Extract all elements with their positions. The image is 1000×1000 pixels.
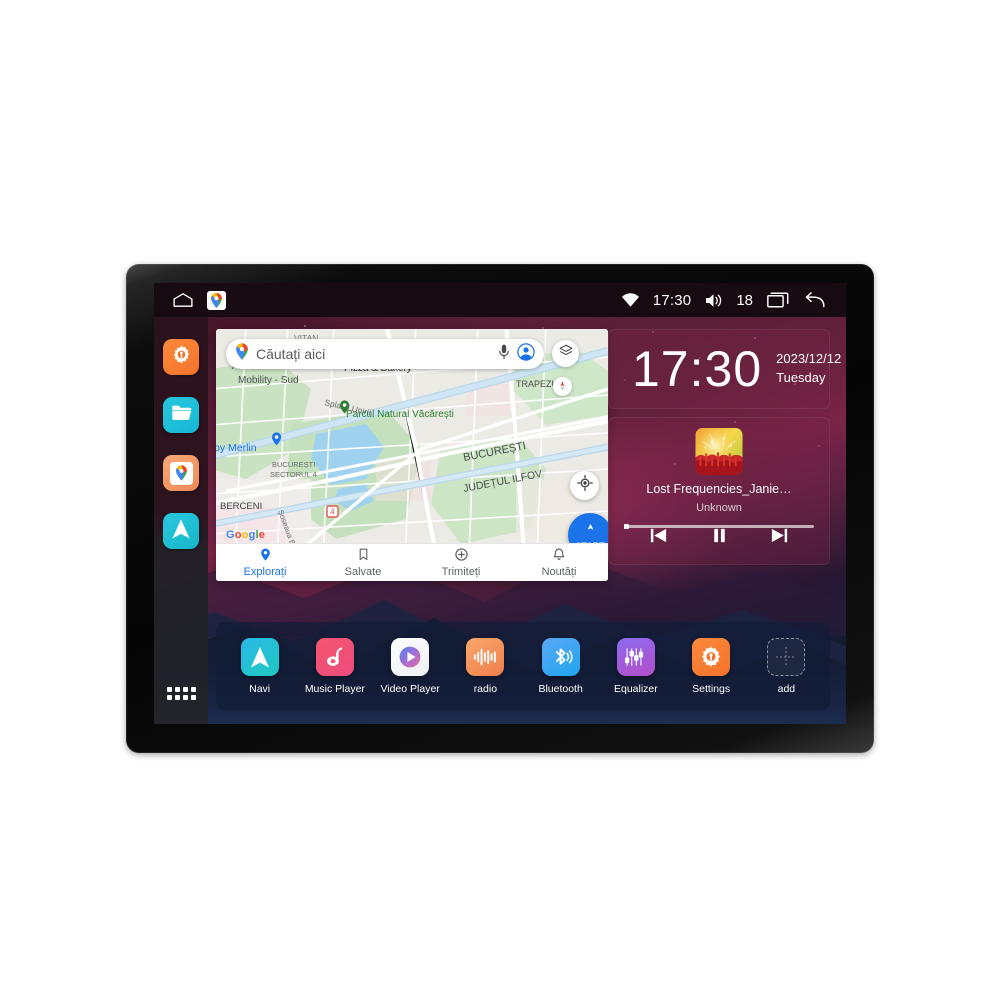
map-tab-explore[interactable]: Explorați [216, 548, 314, 578]
bookmark-icon [358, 548, 369, 564]
home-icon[interactable] [172, 292, 194, 308]
navigation-arrow-icon [171, 518, 191, 545]
svg-text:Mobility - Sud: Mobility - Sud [238, 375, 299, 386]
volume-icon[interactable] [705, 293, 722, 308]
folder-icon [171, 403, 192, 427]
dock-label: Settings [692, 683, 730, 695]
dock-label: Navi [249, 683, 270, 695]
clock-date: 2023/12/12 [776, 350, 841, 369]
bell-icon [553, 548, 565, 564]
compass-icon [557, 378, 568, 396]
dock-label: Bluetooth [538, 683, 582, 695]
track-title: Lost Frequencies_Janie… [608, 482, 830, 496]
left-sidebar [154, 317, 208, 724]
status-bar-time: 17:30 [653, 292, 692, 309]
svg-text:BERCENI: BERCENI [220, 501, 262, 512]
previous-track-icon [648, 525, 669, 551]
bluetooth-icon [542, 638, 580, 676]
radio-waveform-icon [466, 638, 504, 676]
google-maps-notification-icon[interactable] [207, 291, 226, 310]
dock-label: radio [474, 683, 497, 695]
dock-item-radio[interactable]: radio [454, 638, 516, 695]
my-location-icon [577, 475, 593, 496]
dock-item-settings[interactable]: Settings [680, 638, 742, 695]
equalizer-sliders-icon [617, 638, 655, 676]
map-layers-icon [559, 344, 573, 363]
svg-text:oy Merlin: oy Merlin [216, 442, 257, 454]
map-tab-contribute[interactable]: Trimiteți [412, 548, 510, 578]
map-tab-saved[interactable]: Salvate [314, 548, 412, 578]
map-search-bar[interactable]: Căutați aici [226, 339, 544, 369]
pause-icon [709, 525, 730, 551]
svg-text:SECTORUL 4: SECTORUL 4 [270, 470, 317, 479]
clock-widget[interactable]: 17:30 2023/12/12 Tuesday [608, 329, 830, 409]
app-drawer-grid-icon[interactable] [167, 687, 196, 700]
back-arrow-icon[interactable] [803, 292, 826, 309]
clock-time: 17:30 [632, 344, 762, 394]
next-track-button[interactable] [769, 525, 790, 551]
music-player-widget[interactable]: Lost Frequencies_Janie… Unknown [608, 417, 830, 565]
map-tab-updates[interactable]: Noutăți [510, 548, 608, 578]
device-screen: 17:30 18 VITAN Mobility - Sud Splaiul Un… [154, 283, 846, 724]
svg-text:BUCUREȘTI: BUCUREȘTI [272, 460, 315, 469]
dock-item-add[interactable]: add [755, 638, 817, 695]
status-bar: 17:30 18 [154, 283, 846, 317]
dock-label: Video Player [380, 683, 439, 695]
play-circle-icon [391, 638, 429, 676]
dock-label: Music Player [305, 683, 365, 695]
maps-pin-icon [170, 462, 193, 485]
microphone-icon[interactable] [498, 344, 510, 365]
maps-pin-icon [235, 343, 249, 365]
dock-label: add [778, 683, 796, 695]
add-placeholder-icon [767, 638, 805, 676]
sidebar-item-navigation[interactable] [163, 513, 199, 549]
svg-text:4: 4 [330, 508, 335, 517]
track-artist: Unknown [608, 502, 830, 514]
map-tab-label: Trimiteți [442, 566, 481, 578]
gear-icon [171, 344, 192, 370]
dock-item-navi[interactable]: Navi [229, 638, 291, 695]
map-bottom-tabs: Explorați Salvate Trimiteți Noutăți [216, 543, 608, 581]
location-pin-icon [260, 548, 271, 564]
previous-track-button[interactable] [648, 525, 669, 551]
dock-item-equalizer[interactable]: Equalizer [605, 638, 667, 695]
map-layers-button[interactable] [552, 340, 579, 367]
my-location-button[interactable] [570, 471, 599, 500]
album-art [696, 428, 743, 475]
sidebar-item-file-manager[interactable] [163, 397, 199, 433]
map-tab-label: Explorați [244, 566, 287, 578]
clock-day: Tuesday [776, 369, 841, 388]
account-avatar-icon[interactable] [517, 343, 535, 366]
music-note-icon [316, 638, 354, 676]
car-head-unit-device: 17:30 18 VITAN Mobility - Sud Splaiul Un… [126, 264, 874, 753]
volume-level: 18 [736, 292, 753, 309]
wifi-icon [622, 293, 639, 307]
gear-icon [692, 638, 730, 676]
play-pause-button[interactable] [709, 525, 730, 551]
dock-item-video-player[interactable]: Video Player [379, 638, 441, 695]
svg-text:Parcul Natural Văcărești: Parcul Natural Văcărești [346, 409, 454, 420]
google-attribution: Google [226, 529, 265, 541]
map-tab-label: Noutăți [542, 566, 577, 578]
sidebar-item-google-maps[interactable] [163, 455, 199, 491]
sidebar-item-settings[interactable] [163, 339, 199, 375]
recent-apps-icon[interactable] [767, 292, 789, 308]
plus-circle-icon [455, 548, 468, 564]
next-track-icon [769, 525, 790, 551]
google-maps-card[interactable]: VITAN AXIS Premium Mobility - Sud Panera… [216, 329, 608, 581]
dock-item-music-player[interactable]: Music Player [304, 638, 366, 695]
map-tab-label: Salvate [345, 566, 382, 578]
navigation-arrow-icon [583, 520, 598, 540]
dock-label: Equalizer [614, 683, 658, 695]
navigation-arrow-icon [241, 638, 279, 676]
search-input[interactable]: Căutați aici [256, 346, 491, 362]
map-compass-button[interactable] [553, 377, 572, 396]
app-dock: Navi Music Player Video Player radio Blu… [216, 622, 830, 710]
dock-item-bluetooth[interactable]: Bluetooth [530, 638, 592, 695]
